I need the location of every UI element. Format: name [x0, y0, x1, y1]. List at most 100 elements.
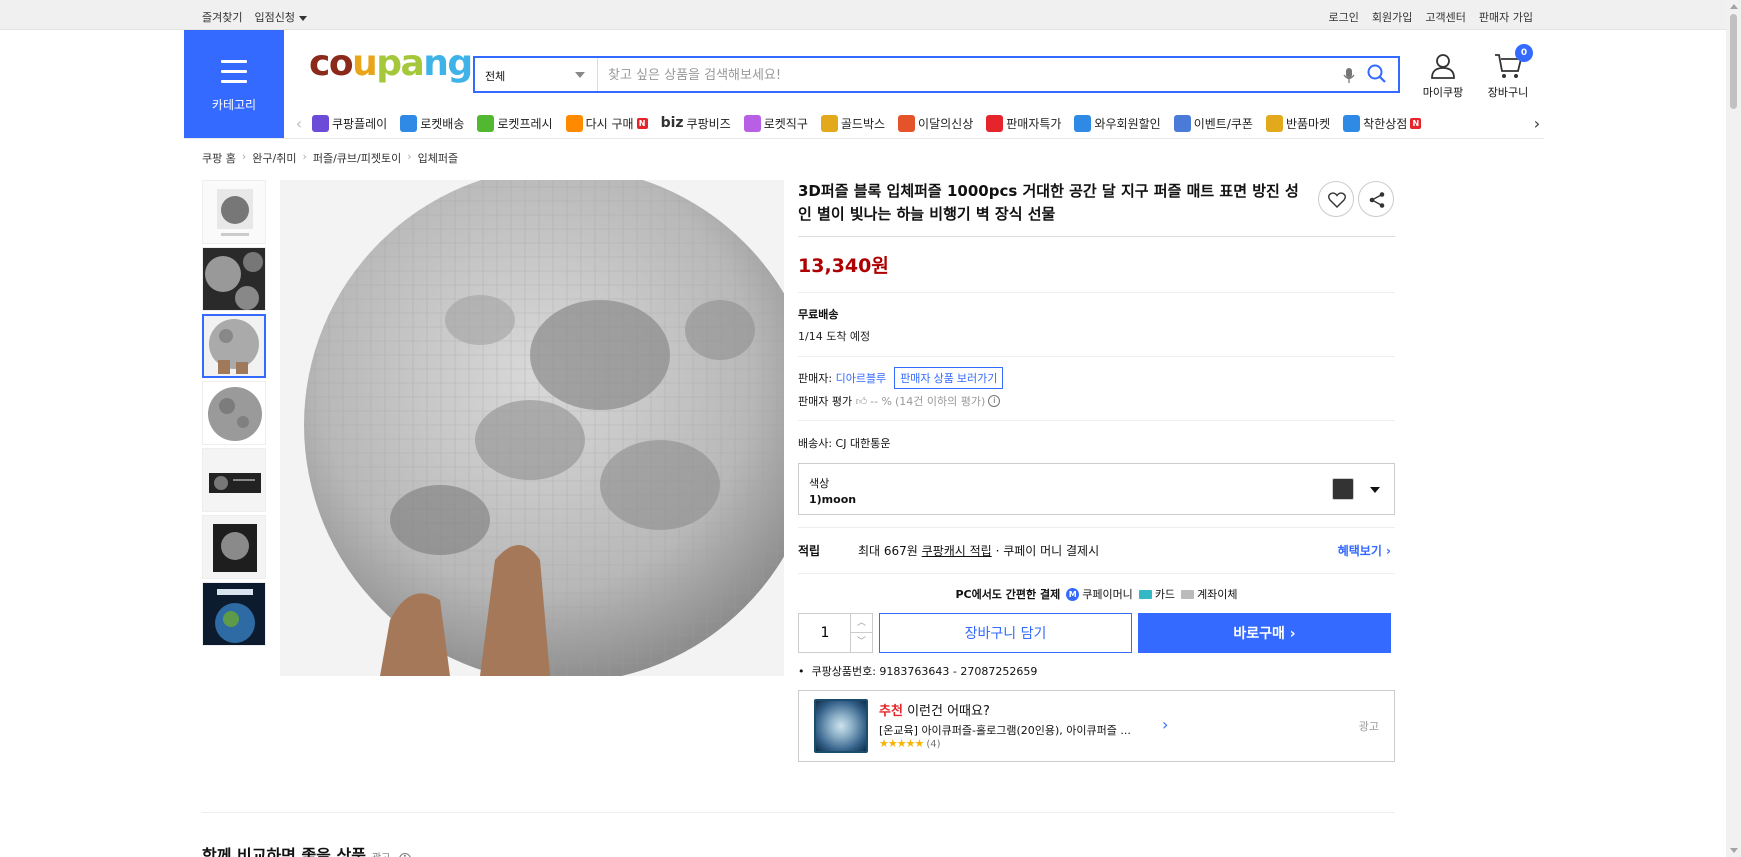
- share-icon: [1369, 192, 1385, 208]
- chevron-right-icon[interactable]: ›: [1162, 715, 1168, 734]
- login-link[interactable]: 로그인: [1329, 9, 1359, 25]
- nav-item-label: 다시 구매: [585, 116, 634, 131]
- card-method: 카드: [1138, 586, 1175, 602]
- customer-center-link[interactable]: 고객센터: [1425, 9, 1465, 25]
- nav-item-7[interactable]: 골드박스: [820, 114, 886, 132]
- seller-products-button[interactable]: 판매자 상품 보러가기: [894, 367, 1004, 389]
- quantity-stepper: ︿ ﹀: [798, 613, 873, 653]
- nav-item-10[interactable]: 와우회원할인: [1074, 114, 1161, 132]
- seller-apply-link[interactable]: 입점신청: [254, 9, 307, 25]
- thumbnail-1[interactable]: [202, 180, 266, 244]
- search-input[interactable]: [608, 64, 1308, 86]
- option-select[interactable]: 색상 1)moon: [798, 463, 1395, 515]
- star-rating-icon: ★★★★★: [879, 737, 924, 750]
- cart-button[interactable]: 장바구니 0: [1483, 44, 1533, 100]
- thumbnail-7[interactable]: [202, 582, 266, 646]
- mycoupang-button[interactable]: 마이쿠팡: [1419, 52, 1467, 100]
- percent-icon: [986, 114, 1004, 132]
- nav-item-label: 와우회원할인: [1094, 116, 1161, 131]
- coupon-icon: [1173, 114, 1191, 132]
- quantity-input[interactable]: [799, 614, 851, 652]
- product-info: 3D퍼즐 블록 입체퍼즐 1000pcs 거대한 공간 달 지구 퍼즐 매트 표…: [798, 180, 1395, 762]
- nav-item-label: 쿠팡비즈: [686, 116, 731, 131]
- coupay-icon: M: [1066, 587, 1080, 601]
- category-label: 카테고리: [211, 98, 257, 112]
- ad-label: 광고: [372, 853, 390, 857]
- page-scrollbar[interactable]: [1726, 0, 1741, 857]
- option-thumbnail: [1332, 478, 1354, 500]
- coupang-logo[interactable]: coupang: [309, 46, 473, 82]
- breadcrumb-3d-puzzle[interactable]: 입체퍼즐: [418, 150, 458, 166]
- quantity-down-button[interactable]: ﹀: [850, 633, 872, 652]
- info-icon[interactable]: i: [988, 395, 1001, 407]
- nav-item-label: 이벤트/쿠폰: [1193, 116, 1253, 131]
- option-value: 1)moon: [809, 493, 857, 506]
- nav-item-9[interactable]: 판매자특가: [986, 114, 1062, 132]
- recommendation-box[interactable]: 추천 이런건 어때요? [온교육] 아이큐퍼즐-홀로그램(20인용), 아이큐퍼…: [798, 690, 1395, 762]
- market-icon: [1265, 114, 1283, 132]
- breadcrumb-home[interactable]: 쿠팡 홈: [202, 150, 236, 166]
- seller-rating-value: -- %: [870, 394, 892, 408]
- nav-item-4[interactable]: 다시 구매 N: [565, 114, 648, 132]
- thumbs-up-icon: 👍︎: [855, 394, 868, 408]
- coupang-cash-link[interactable]: 쿠팡캐시 적립: [922, 542, 992, 559]
- info-icon[interactable]: i: [398, 853, 411, 857]
- cart-count-badge: 0: [1515, 44, 1533, 62]
- breadcrumb-puzzle[interactable]: 퍼즐/큐브/피젯토이: [313, 150, 401, 166]
- quantity-up-button[interactable]: ︿: [850, 614, 872, 633]
- reward-amount: 최대 667원: [858, 544, 918, 558]
- quick-nav: ‹ 쿠팡플레이 로켓배송 로켓프레시 다시 구매 Nbiz 쿠팡비즈 로켓직구 골드박스 이달의…: [292, 110, 1544, 136]
- nav-item-11[interactable]: 이벤트/쿠폰: [1173, 114, 1253, 132]
- dropdown-arrow-icon: [1370, 487, 1380, 493]
- chevron-right-icon[interactable]: ›: [1530, 114, 1544, 133]
- seller-apply-label: 입점신청: [254, 11, 295, 24]
- wow-icon: [1074, 114, 1092, 132]
- search-icon[interactable]: [1366, 63, 1388, 85]
- coupay-money-method: M 쿠페이머니: [1066, 586, 1133, 602]
- product-title: 3D퍼즐 블록 입체퍼즐 1000pcs 거대한 공간 달 지구 퍼즐 매트 표…: [798, 182, 1299, 223]
- benefits-link[interactable]: 혜택보기 ›: [1338, 542, 1391, 559]
- rocket-icon: [400, 114, 418, 132]
- play-icon: [312, 114, 329, 132]
- breadcrumb-toys[interactable]: 완구/취미: [252, 150, 296, 166]
- nav-item-13[interactable]: 착한상점 N: [1343, 114, 1422, 132]
- microphone-icon[interactable]: [1342, 64, 1356, 86]
- payment-title: PC에서도 간편한 결제: [955, 588, 1061, 601]
- signup-link[interactable]: 회원가입: [1372, 9, 1412, 25]
- buy-now-button[interactable]: 바로구매 ›: [1138, 613, 1391, 653]
- search-bar: 전체: [473, 56, 1400, 93]
- category-button[interactable]: 카테고리: [184, 30, 284, 138]
- nav-item-label: 판매자특가: [1006, 116, 1062, 131]
- seller-name-link[interactable]: 디아르블루: [836, 370, 887, 386]
- thumbnail-6[interactable]: [202, 515, 266, 579]
- product-main-image[interactable]: [280, 180, 784, 676]
- option-label: 색상: [809, 477, 830, 490]
- product-number: • 쿠팡상품번호: 9183763643 - 27087252659: [798, 665, 1038, 678]
- wishlist-button[interactable]: [1318, 181, 1354, 217]
- nav-item-label: 반품마켓: [1285, 116, 1331, 131]
- nav-item-8[interactable]: 이달의신상: [898, 114, 973, 132]
- nav-item-6[interactable]: 로켓직구: [743, 114, 808, 132]
- nav-item-2[interactable]: 로켓배송: [400, 114, 464, 132]
- share-button[interactable]: [1358, 181, 1394, 217]
- new-badge: N: [636, 117, 648, 129]
- search-scope-select[interactable]: 전체: [475, 58, 598, 91]
- nav-item-5[interactable]: biz 쿠팡비즈: [661, 115, 731, 132]
- mycoupang-label: 마이쿠팡: [1422, 86, 1464, 99]
- nav-item-3[interactable]: 로켓프레시: [477, 114, 553, 132]
- thumbnail-2[interactable]: [202, 247, 266, 311]
- thumbnail-5[interactable]: [202, 448, 266, 512]
- seller-signup-link[interactable]: 판매자 가입: [1479, 9, 1533, 25]
- scrollbar-thumb[interactable]: [1730, 14, 1737, 109]
- nav-item-label: 골드박스: [840, 116, 886, 131]
- nav-item-12[interactable]: 반품마켓: [1265, 114, 1331, 132]
- chevron-left-icon[interactable]: ‹: [292, 114, 306, 133]
- add-to-cart-button[interactable]: 장바구니 담기: [879, 613, 1132, 653]
- nav-item-1[interactable]: 쿠팡플레이: [312, 114, 388, 132]
- nav-item-label: 쿠팡플레이: [332, 116, 388, 131]
- favorites-link[interactable]: 즐겨찾기: [202, 9, 242, 25]
- heart-icon: [1328, 192, 1346, 208]
- recommendation-title: 추천 이런건 어때요?: [879, 704, 990, 719]
- thumbnail-3[interactable]: [202, 314, 266, 378]
- thumbnail-4[interactable]: [202, 381, 266, 445]
